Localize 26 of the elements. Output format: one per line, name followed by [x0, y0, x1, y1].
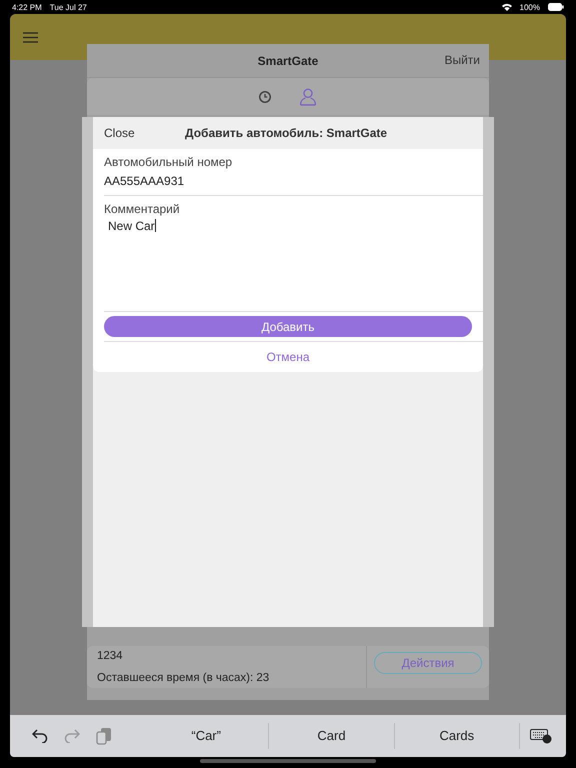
suggestion[interactable]: “Car” — [144, 723, 270, 749]
status-date: Tue Jul 27 — [50, 2, 87, 12]
row-id: 1234 — [97, 650, 124, 662]
remaining-time: Оставшееся время (в часах): 23 — [97, 672, 270, 684]
person-icon[interactable] — [299, 88, 317, 106]
suggestion[interactable]: Cards — [394, 723, 520, 749]
sheet-title: SmartGate — [258, 54, 318, 68]
battery-percent: 100% — [520, 2, 540, 12]
status-time: 4:22 PM — [12, 2, 42, 12]
dialog-title: Добавить автомобиль: SmartGate — [185, 126, 388, 140]
battery-icon — [548, 3, 564, 11]
wifi-icon — [502, 3, 512, 11]
keyboard-dismiss-icon[interactable] — [530, 728, 552, 744]
menu-icon[interactable] — [23, 32, 38, 42]
suggestion[interactable]: Card — [269, 723, 395, 749]
plate-field[interactable]: AA555AAA931 — [104, 169, 483, 196]
add-button[interactable]: Добавить — [104, 316, 472, 337]
field-label: Комментарий — [104, 202, 181, 216]
clock-icon[interactable] — [259, 90, 271, 102]
close-button[interactable]: Close — [104, 126, 135, 140]
field-label: Автомобильный номер — [104, 155, 234, 169]
cancel-button[interactable]: Отмена — [104, 342, 472, 372]
comment-field[interactable]: New Car — [104, 216, 483, 312]
undo-icon[interactable] — [32, 729, 48, 743]
paste-icon[interactable] — [96, 727, 112, 745]
logout-button[interactable]: Выйти — [444, 53, 480, 67]
